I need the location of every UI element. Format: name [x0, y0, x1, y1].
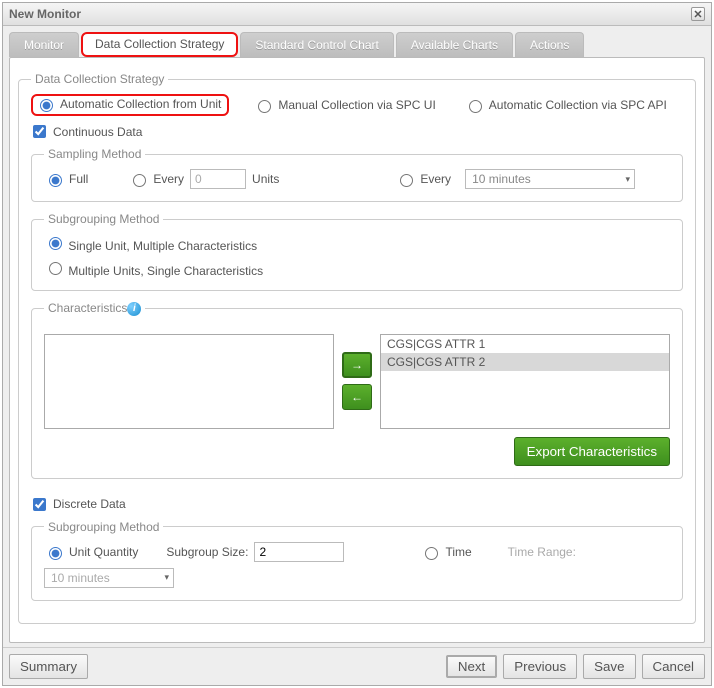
tab-standard-control-chart[interactable]: Standard Control Chart — [240, 32, 393, 57]
button-bar: Summary Next Previous Save Cancel — [3, 647, 711, 685]
title-bar: New Monitor ✕ — [3, 3, 711, 26]
tab-available-charts[interactable]: Available Charts — [396, 32, 513, 57]
previous-button[interactable]: Previous — [503, 654, 577, 679]
chevron-down-icon: ▾ — [164, 572, 169, 583]
characteristics-group: Characteristicsi → ← CGS|CGS ATTR 1 — [31, 301, 683, 479]
save-button[interactable]: Save — [583, 654, 635, 679]
characteristics-picker: → ← CGS|CGS ATTR 1 CGS|CGS ATTR 2 — [44, 334, 670, 429]
discrete-data-checkbox[interactable] — [33, 498, 46, 511]
radio-manual-spc-wrap[interactable]: Manual Collection via SPC UI — [253, 97, 435, 113]
radio-unit-qty-label: Unit Quantity — [69, 545, 138, 559]
arrow-column: → ← — [342, 334, 372, 429]
radio-manual-spc-label: Manual Collection via SPC UI — [278, 98, 435, 112]
radio-single-multi-wrap[interactable]: Single Unit, Multiple Characteristics — [44, 239, 257, 253]
radio-auto-api[interactable] — [469, 100, 482, 113]
content-panel: Data Collection Strategy Automatic Colle… — [9, 57, 705, 643]
subgroup-size-label: Subgroup Size: — [166, 545, 248, 559]
nav-buttons: Next Previous Save Cancel — [446, 654, 705, 679]
radio-multi-single-label: Multiple Units, Single Characteristics — [68, 264, 263, 278]
radio-unit-qty-wrap[interactable]: Unit Quantity — [44, 544, 138, 560]
radio-auto-api-wrap[interactable]: Automatic Collection via SPC API — [464, 97, 667, 113]
close-icon[interactable]: ✕ — [691, 7, 705, 21]
radio-manual-spc[interactable] — [258, 100, 271, 113]
radio-single-multi[interactable] — [49, 237, 62, 250]
sampling-legend: Sampling Method — [44, 147, 145, 161]
radio-full-wrap[interactable]: Full — [44, 171, 88, 187]
sampling-row: Full Every Units Every 10 minutes ▾ — [44, 169, 670, 189]
characteristics-left-list[interactable] — [44, 334, 334, 429]
arrow-right-icon: → — [351, 358, 363, 372]
characteristics-legend: Characteristicsi — [44, 301, 145, 316]
every-time-value: 10 minutes — [472, 172, 531, 186]
radio-every-time-label: Every — [420, 172, 451, 186]
characteristics-right-list[interactable]: CGS|CGS ATTR 1 CGS|CGS ATTR 2 — [380, 334, 670, 429]
radio-every-time-wrap[interactable]: Every — [395, 171, 451, 187]
discrete-data-label: Discrete Data — [53, 497, 126, 511]
sampling-method-group: Sampling Method Full Every Units Every — [31, 147, 683, 202]
export-characteristics-button[interactable]: Export Characteristics — [514, 437, 670, 466]
radio-auto-unit[interactable] — [40, 99, 53, 112]
collection-type-row: Automatic Collection from Unit Manual Co… — [31, 94, 683, 116]
cancel-button[interactable]: Cancel — [642, 654, 706, 679]
tab-monitor[interactable]: Monitor — [9, 32, 79, 57]
info-icon[interactable]: i — [127, 302, 141, 316]
subgrouping2-row: Unit Quantity Subgroup Size: Time Time R… — [44, 542, 670, 588]
list-item[interactable]: CGS|CGS ATTR 2 — [381, 353, 669, 371]
next-button[interactable]: Next — [446, 655, 497, 678]
radio-every-units-wrap[interactable]: Every — [128, 171, 184, 187]
radio-time-label: Time — [445, 545, 471, 559]
chevron-down-icon: ▾ — [626, 174, 631, 185]
radio-every-units-label: Every — [153, 172, 184, 186]
tab-data-collection-strategy[interactable]: Data Collection Strategy — [81, 32, 238, 57]
data-collection-strategy-group: Data Collection Strategy Automatic Colle… — [18, 72, 696, 624]
group-legend: Data Collection Strategy — [31, 72, 168, 86]
subgrouping1-legend: Subgrouping Method — [44, 212, 163, 226]
subgrouping2-legend: Subgrouping Method — [44, 520, 163, 534]
subgroup-size-input[interactable] — [254, 542, 344, 562]
summary-button[interactable]: Summary — [9, 654, 88, 679]
radio-every-time[interactable] — [400, 174, 413, 187]
radio-unit-qty[interactable] — [49, 547, 62, 560]
radio-multi-single[interactable] — [49, 262, 62, 275]
tab-actions[interactable]: Actions — [515, 32, 584, 57]
subgrouping-method-1: Subgrouping Method Single Unit, Multiple… — [31, 212, 683, 291]
arrow-left-icon: ← — [351, 390, 363, 404]
radio-full-label: Full — [69, 172, 88, 186]
subgrouping-method-2: Subgrouping Method Unit Quantity Subgrou… — [31, 520, 683, 601]
radio-single-multi-label: Single Unit, Multiple Characteristics — [68, 239, 257, 253]
move-right-button[interactable]: → — [342, 352, 372, 378]
time-range-label: Time Range: — [508, 545, 576, 559]
radio-full[interactable] — [49, 174, 62, 187]
time-range-combo[interactable]: 10 minutes ▾ — [44, 568, 174, 588]
tab-strip: Monitor Data Collection Strategy Standar… — [3, 26, 711, 57]
radio-every-units[interactable] — [133, 174, 146, 187]
every-units-input[interactable] — [190, 169, 246, 189]
units-label: Units — [252, 172, 279, 186]
continuous-data-label: Continuous Data — [53, 125, 142, 139]
radio-multi-single-wrap[interactable]: Multiple Units, Single Characteristics — [44, 264, 263, 278]
radio-auto-api-label: Automatic Collection via SPC API — [489, 98, 667, 112]
move-left-button[interactable]: ← — [342, 384, 372, 410]
discrete-data-wrap[interactable]: Discrete Data — [29, 495, 126, 514]
time-range-value: 10 minutes — [51, 571, 110, 585]
radio-auto-unit-wrap[interactable]: Automatic Collection from Unit — [31, 94, 229, 116]
every-time-combo[interactable]: 10 minutes ▾ — [465, 169, 635, 189]
characteristics-legend-text: Characteristics — [48, 301, 127, 315]
list-item[interactable]: CGS|CGS ATTR 1 — [381, 335, 669, 353]
dialog-title: New Monitor — [9, 7, 81, 21]
continuous-data-wrap[interactable]: Continuous Data — [29, 122, 142, 141]
radio-time[interactable] — [425, 547, 438, 560]
radio-auto-unit-label: Automatic Collection from Unit — [60, 97, 221, 111]
dialog-window: New Monitor ✕ Monitor Data Collection St… — [2, 2, 712, 686]
continuous-data-checkbox[interactable] — [33, 125, 46, 138]
radio-time-wrap[interactable]: Time — [420, 544, 471, 560]
